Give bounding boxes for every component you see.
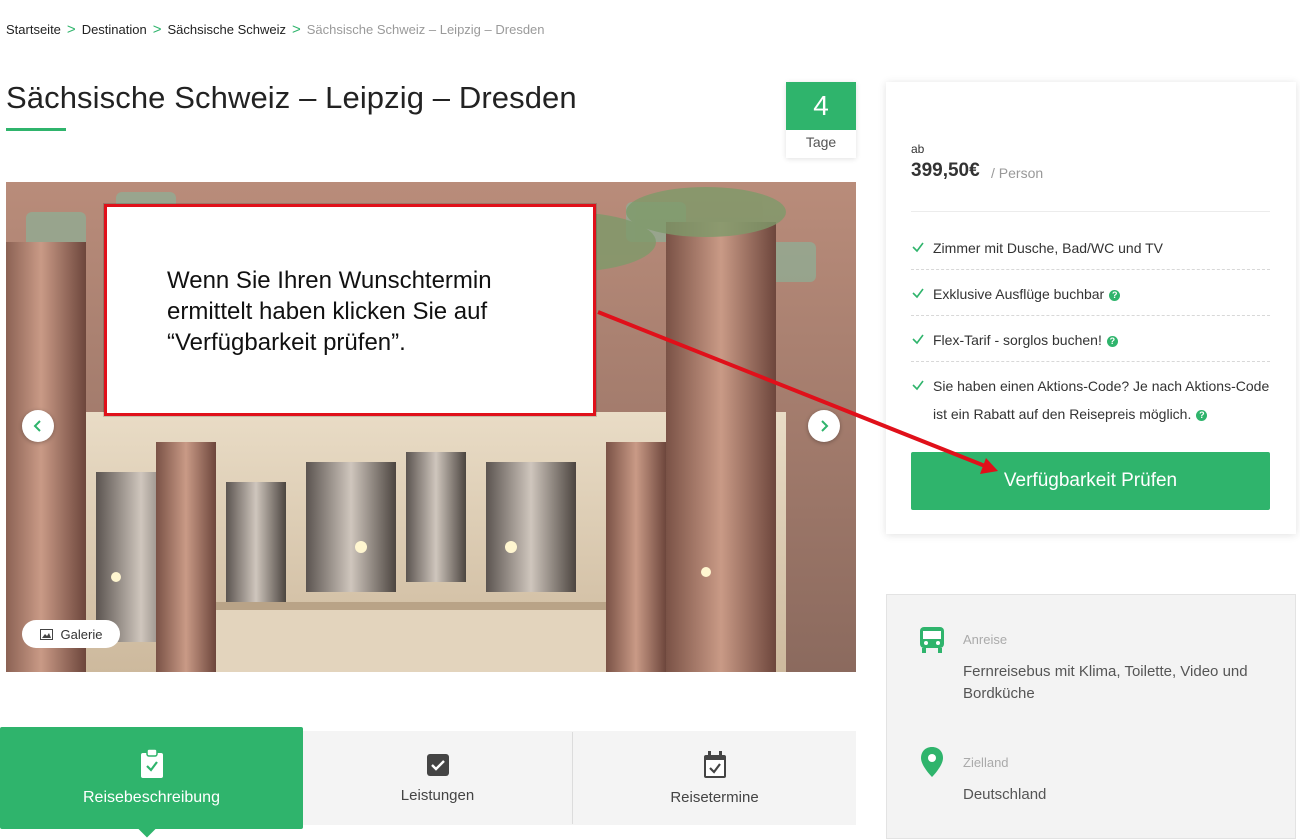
days-count: 4 xyxy=(786,82,856,130)
feature-text: Zimmer mit Dusche, Bad/WC und TV xyxy=(933,240,1164,256)
image-icon xyxy=(39,628,53,640)
price-unit: / Person xyxy=(991,165,1044,181)
feature-divider xyxy=(911,269,1270,270)
chevron-left-icon xyxy=(33,420,41,432)
check-icon xyxy=(912,380,924,391)
breadcrumb-separator: > xyxy=(152,21,162,38)
gallery-label: Galerie xyxy=(60,626,103,642)
arrival-value: Fernreisebus mit Klima, Toilette, Video … xyxy=(963,663,1248,702)
price-from-label: ab xyxy=(911,142,925,156)
feature-divider xyxy=(911,315,1270,316)
gallery-button[interactable]: Galerie xyxy=(22,620,120,648)
carousel-next-button[interactable] xyxy=(808,410,840,442)
feature-item: Exklusive Ausflüge buchbar? xyxy=(911,280,1271,308)
feature-divider xyxy=(911,361,1270,362)
feature-item: Zimmer mit Dusche, Bad/WC und TV xyxy=(911,234,1271,262)
feature-item: Sie haben einen Aktions-Code? Je nach Ak… xyxy=(911,372,1271,428)
info-card xyxy=(886,594,1296,839)
help-icon[interactable]: ? xyxy=(1196,410,1208,421)
bus-icon xyxy=(920,627,944,653)
days-label: Tage xyxy=(805,134,837,150)
title-underline xyxy=(6,128,66,131)
check-icon xyxy=(912,242,924,253)
page-title: Sächsische Schweiz – Leipzig – Dresden xyxy=(6,80,577,115)
annotation-callout: Wenn Sie Ihren Wunschtermin ermittelt ha… xyxy=(104,204,596,416)
price-value: 399,50€ xyxy=(911,160,980,181)
map-pin-icon xyxy=(921,747,943,777)
annotation-text: Wenn Sie Ihren Wunschtermin ermittelt ha… xyxy=(167,267,492,356)
divider xyxy=(911,211,1270,212)
destination-value: Deutschland xyxy=(963,786,1047,803)
breadcrumb-separator: > xyxy=(292,21,301,38)
days-badge: 4 Tage xyxy=(786,82,856,158)
help-icon[interactable]: ? xyxy=(1109,290,1121,301)
check-availability-button[interactable]: Verfügbarkeit Prüfen xyxy=(911,452,1270,510)
breadcrumb-destination[interactable]: Destination xyxy=(82,22,147,37)
tab-label: Reisetermine xyxy=(670,788,759,806)
carousel-prev-button[interactable] xyxy=(22,410,54,442)
breadcrumb-separator: > xyxy=(66,21,76,38)
feature-item: Flex-Tarif - sorglos buchen!? xyxy=(911,326,1271,354)
tab-leistungen[interactable]: Leistungen xyxy=(303,731,572,825)
tab-reisetermine[interactable]: Reisetermine xyxy=(573,731,856,825)
check-icon xyxy=(912,334,924,345)
check-icon xyxy=(912,288,924,299)
breadcrumb-saechsische-schweiz[interactable]: Sächsische Schweiz xyxy=(168,22,287,37)
breadcrumb-current: Sächsische Schweiz – Leipzig – Dresden xyxy=(306,22,545,37)
checkbox-icon xyxy=(426,753,449,776)
destination-label: Zielland xyxy=(963,755,1009,770)
tab-label: Leistungen xyxy=(400,786,475,804)
breadcrumb-startseite[interactable]: Startseite xyxy=(6,22,61,37)
help-icon[interactable]: ? xyxy=(1106,336,1118,347)
tab-reisebeschreibung[interactable]: Reisebeschreibung xyxy=(0,727,303,829)
feature-text: Flex-Tarif - sorglos buchen! xyxy=(933,332,1102,348)
tab-label: Reisebeschreibung xyxy=(83,789,220,806)
breadcrumb: Startseite > Destination > Sächsische Sc… xyxy=(6,22,545,37)
feature-text: Sie haben einen Aktions-Code? Je nach Ak… xyxy=(933,378,1270,422)
chevron-right-icon xyxy=(821,420,829,432)
arrival-label: Anreise xyxy=(963,632,1008,647)
feature-text: Exklusive Ausflüge buchbar xyxy=(933,286,1105,302)
calendar-check-icon xyxy=(703,750,726,778)
clipboard-check-icon xyxy=(140,749,163,778)
